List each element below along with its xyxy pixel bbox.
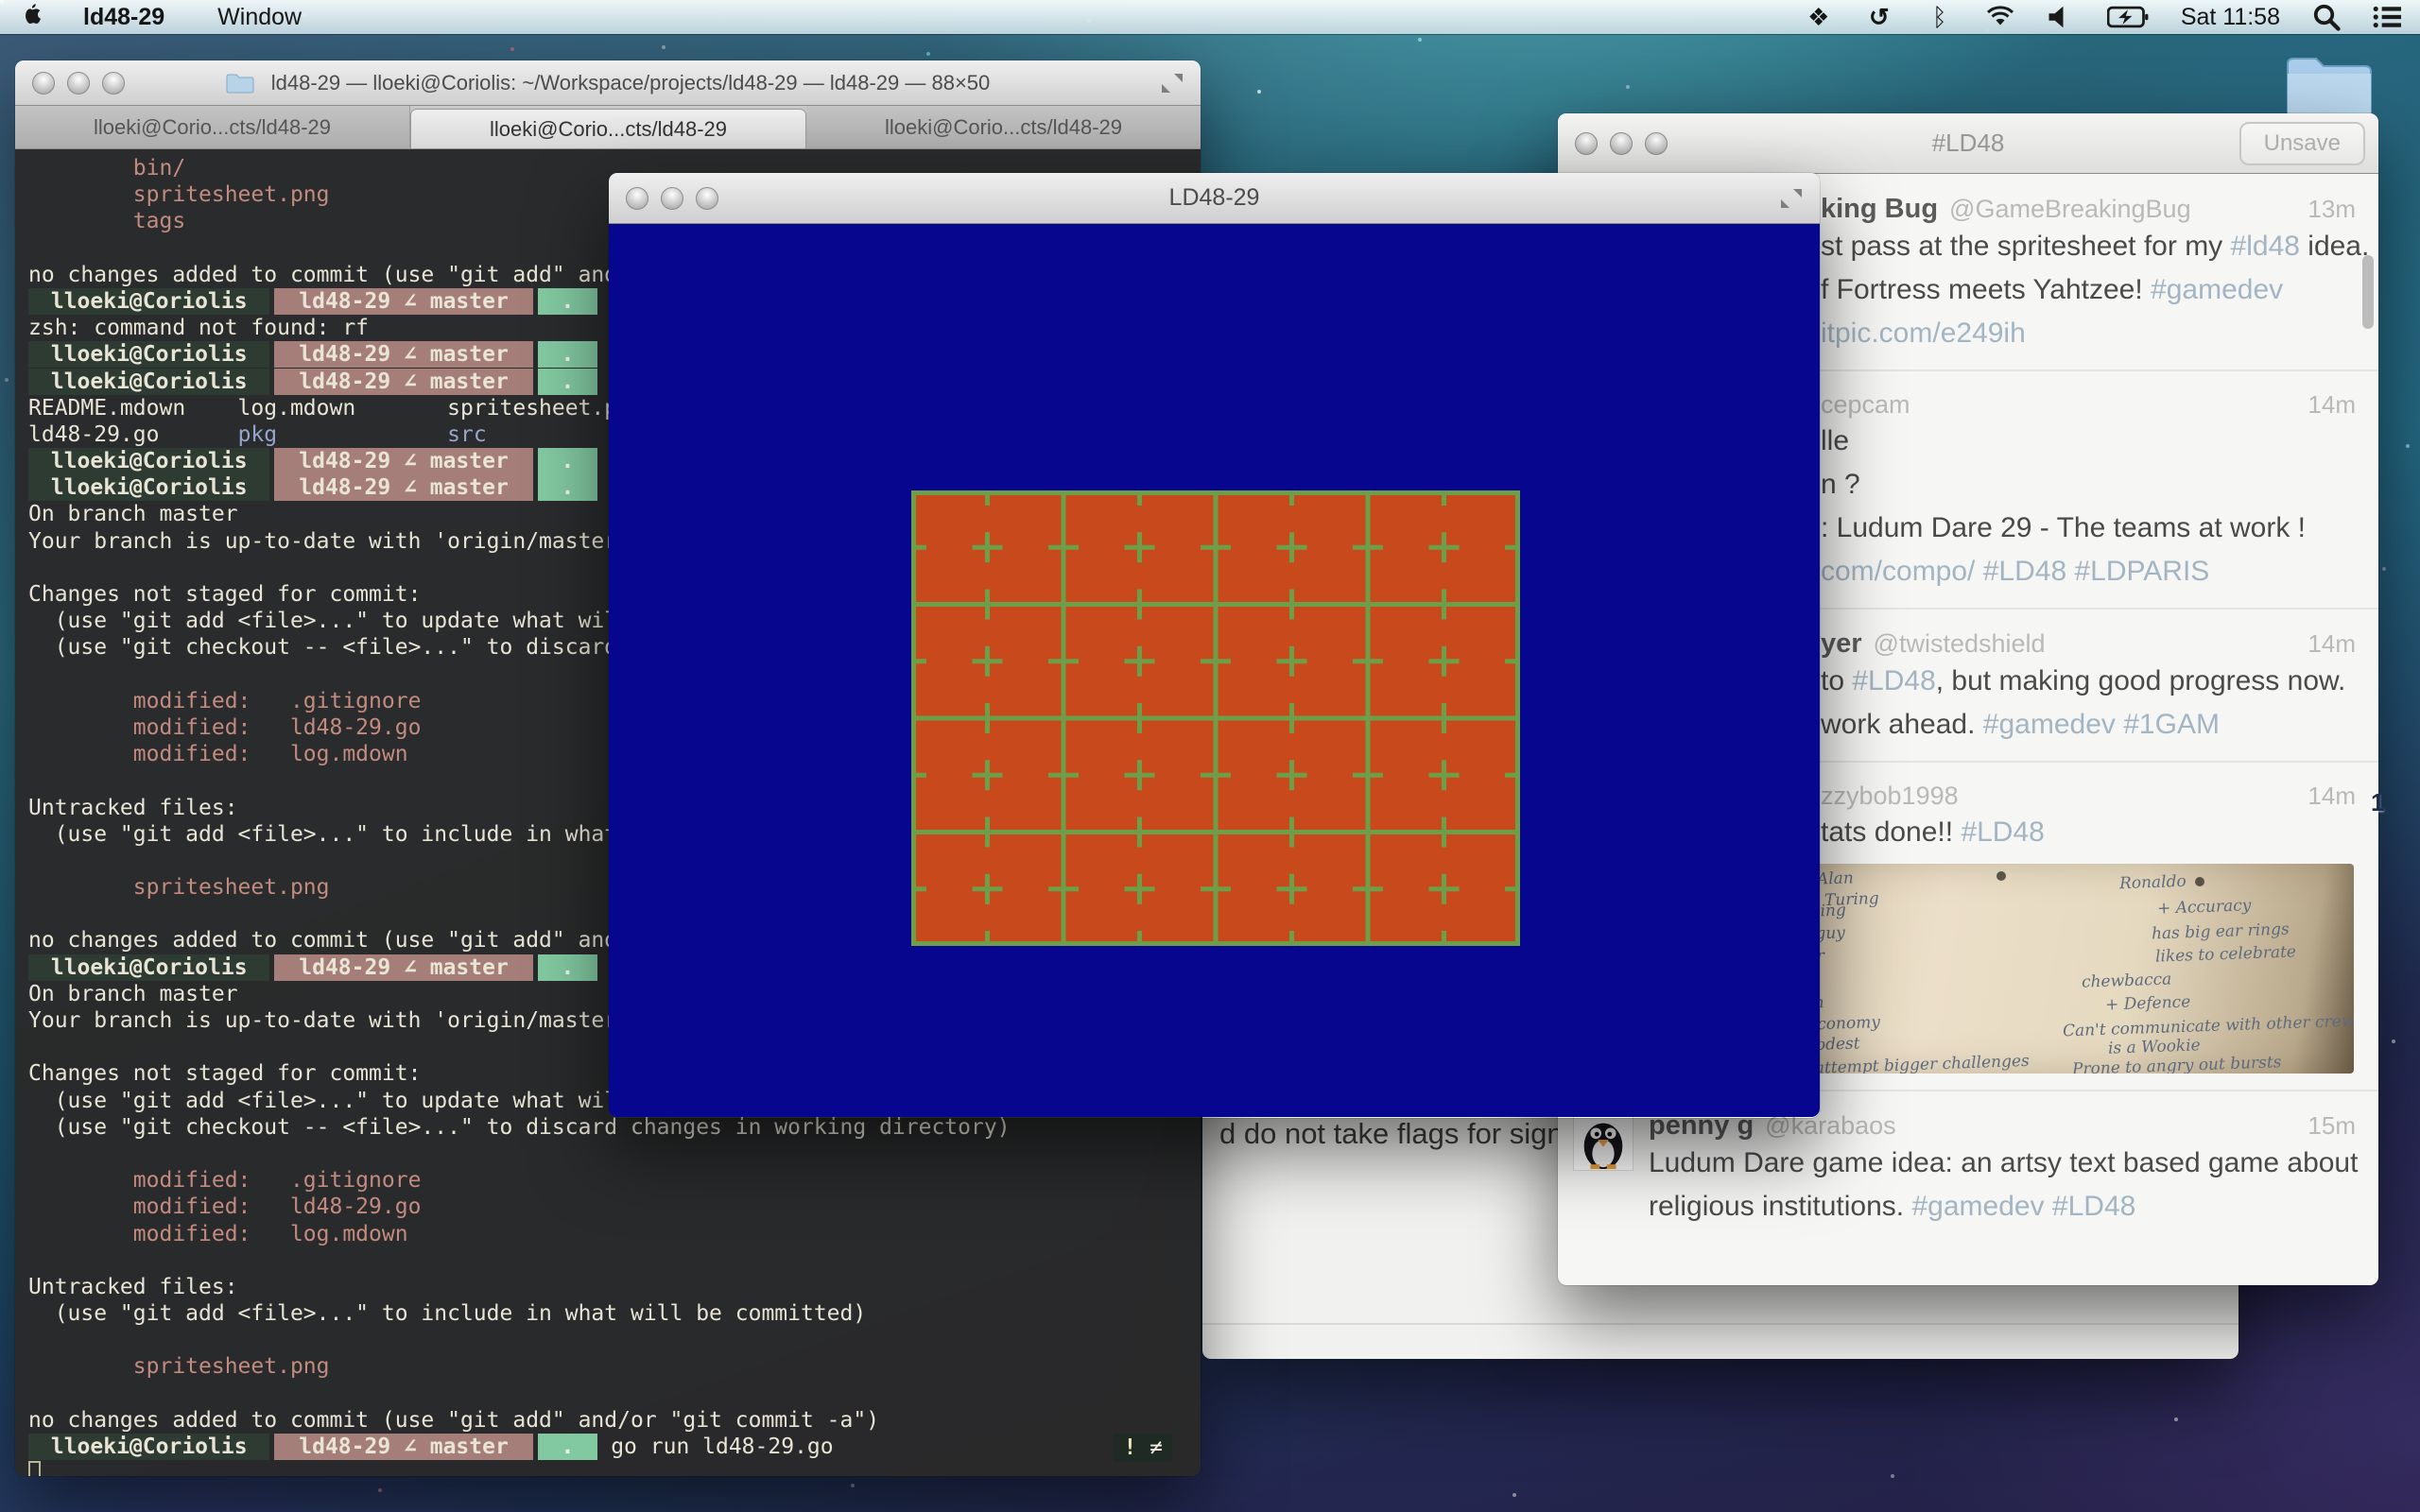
tweet-author[interactable]: king Bug xyxy=(1821,194,1938,225)
close-button[interactable] xyxy=(626,187,648,210)
bluetooth-icon[interactable]: ᛒ xyxy=(1926,3,1954,31)
tweet-link[interactable]: #LD48 xyxy=(1983,556,2066,587)
tweet-link[interactable]: #LD48 xyxy=(2052,1191,2135,1222)
photo-handwriting: Alan xyxy=(1817,868,1854,888)
zoom-button[interactable] xyxy=(102,72,125,94)
tweet-timestamp: 13m xyxy=(2308,195,2363,224)
photo-handwriting: is a Wookie xyxy=(2108,1036,2201,1057)
terminal-line: modified: log.mdown xyxy=(28,1221,1201,1247)
tweet-timestamp: 14m xyxy=(2308,390,2363,420)
close-button[interactable] xyxy=(1575,132,1598,155)
apple-menu-icon[interactable] xyxy=(19,3,43,31)
fullscreen-icon[interactable] xyxy=(1159,70,1185,96)
tweet-timestamp: 15m xyxy=(2308,1111,2363,1141)
dropbox-icon[interactable]: ❖ xyxy=(1805,3,1833,31)
terminal-title: ld48-29 — lloeki@Coriolis: ~/Workspace/p… xyxy=(271,71,991,95)
tweet-link[interactable]: #gamedev xyxy=(1983,709,2116,740)
tweet-handle[interactable]: @GameBreakingBug xyxy=(1949,195,2191,224)
tweet-link[interactable]: #LDPARIS xyxy=(2074,556,2209,587)
battery-icon[interactable] xyxy=(2107,3,2149,31)
game-window: LD48-29 xyxy=(609,173,1820,1118)
terminal-tabbar: lloeki@Corio...cts/ld48-29lloeki@Corio..… xyxy=(15,106,1201,149)
terminal-line xyxy=(28,1460,1201,1476)
sprite-grid xyxy=(911,490,1520,946)
terminal-line xyxy=(28,1381,1201,1407)
twitter-window-title: #LD48 xyxy=(1932,129,2005,158)
tweet-link[interactable]: #1GAM xyxy=(2123,709,2220,740)
terminal-line: lloeki@Coriolis ld48-29 ∠ master . go ru… xyxy=(28,1434,1201,1460)
twitter-window-controls xyxy=(1575,132,1668,155)
terminal-line: (use "git add <file>..." to include in w… xyxy=(28,1300,1201,1327)
game-canvas[interactable] xyxy=(609,224,1820,1117)
time-machine-icon[interactable]: ↺ xyxy=(1865,3,1893,31)
background-window-text: d do not take flags for signe xyxy=(1219,1117,1580,1151)
close-button[interactable] xyxy=(32,72,55,94)
window-menu[interactable]: Window xyxy=(217,4,302,31)
tweet-link[interactable]: #gamedev xyxy=(2151,274,2283,305)
minimize-button[interactable] xyxy=(1610,132,1633,155)
menu-bar-clock[interactable]: Sat 11:58 xyxy=(2181,4,2280,31)
tweet-timestamp: 14m xyxy=(2308,782,2363,811)
photo-handwriting: likes to celebrate xyxy=(2155,942,2297,966)
photo-handwriting: has big ear rings xyxy=(2152,919,2290,943)
tweet-timestamp: 14m xyxy=(2308,629,2363,659)
background-window-divider xyxy=(1202,1323,2238,1325)
tweet-link[interactable]: itpic.com/e249ih xyxy=(1821,318,2026,349)
minimize-button[interactable] xyxy=(661,187,683,210)
spotlight-icon[interactable] xyxy=(2312,3,2341,31)
terminal-line: modified: .gitignore xyxy=(28,1167,1201,1194)
unread-count-badge: 1 xyxy=(2371,788,2384,817)
game-window-controls xyxy=(626,187,718,210)
tweet-link[interactable]: #ld48 xyxy=(2231,231,2300,262)
terminal-window-controls xyxy=(32,72,125,94)
photo-handwriting: + Accuracy xyxy=(2157,896,2252,918)
terminal-line xyxy=(28,1327,1201,1353)
wifi-icon[interactable] xyxy=(1986,3,2014,31)
tweet-link[interactable]: #gamedev xyxy=(1911,1191,2044,1222)
tweet-link[interactable]: com/compo/ xyxy=(1821,556,1975,587)
photo-handwriting: Prone to angry out bursts xyxy=(2072,1053,2282,1074)
twitter-titlebar[interactable]: #LD48 Unsave xyxy=(1558,113,2378,174)
photo-handwriting: chewbacca xyxy=(2082,970,2172,991)
menu-bar-status-area: ❖ ↺ ᛒ Sat 11:58 xyxy=(1805,3,2401,31)
terminal-line xyxy=(28,1141,1201,1167)
desktop-folder-icon[interactable] xyxy=(2284,51,2375,123)
tweet-handle[interactable]: zzybob1998 xyxy=(1821,782,1959,811)
zoom-button[interactable] xyxy=(1645,132,1668,155)
tweet-handle[interactable]: @twistedshield xyxy=(1874,629,2046,659)
terminal-line xyxy=(28,1247,1201,1274)
terminal-line: spritesheet.png xyxy=(28,1353,1201,1380)
active-app-menu[interactable]: ld48-29 xyxy=(83,4,164,31)
terminal-tab[interactable]: lloeki@Corio...cts/ld48-29 xyxy=(806,106,1201,148)
tweet-text-line: Ludum Dare game idea: an artsy text base… xyxy=(1649,1142,2363,1185)
zoom-button[interactable] xyxy=(696,187,718,210)
prompt-status-badge: ! ≠ xyxy=(1114,1434,1172,1462)
tweet-link[interactable]: #LD48 xyxy=(1852,665,1935,696)
terminal-line: Untracked files: xyxy=(28,1274,1201,1300)
notification-center-icon[interactable] xyxy=(2373,3,2401,31)
proxy-folder-icon xyxy=(226,72,254,94)
photo-handwriting: Can't communicate with other crew xyxy=(2063,1012,2354,1041)
game-titlebar[interactable]: LD48-29 xyxy=(609,173,1820,224)
unsave-button[interactable]: Unsave xyxy=(2239,122,2365,165)
fullscreen-icon[interactable] xyxy=(1778,185,1805,212)
photo-handwriting: + Defence xyxy=(2105,992,2191,1014)
menu-bar: ld48-29 Window ❖ ↺ ᛒ Sat 11:58 xyxy=(0,0,2420,34)
terminal-tab[interactable]: lloeki@Corio...cts/ld48-29 xyxy=(410,109,806,148)
terminal-line: modified: ld48-29.go xyxy=(28,1194,1201,1220)
photo-handwriting: Ronaldo xyxy=(2119,872,2187,893)
terminal-line: no changes added to commit (use "git add… xyxy=(28,1407,1201,1434)
tweet-handle[interactable]: cepcam xyxy=(1821,390,1910,420)
tweet-link[interactable]: #LD48 xyxy=(1961,816,2044,848)
tweet-text-line: religious institutions. #gamedev #LD48 xyxy=(1649,1185,2363,1228)
minimize-button[interactable] xyxy=(67,72,90,94)
terminal-titlebar[interactable]: ld48-29 — lloeki@Coriolis: ~/Workspace/p… xyxy=(15,60,1201,106)
tweet-author[interactable]: yer xyxy=(1821,628,1862,660)
terminal-tab[interactable]: lloeki@Corio...cts/ld48-29 xyxy=(15,106,410,148)
volume-icon[interactable] xyxy=(2047,3,2075,31)
terminal-cursor xyxy=(28,1461,41,1476)
twitter-scrollbar[interactable] xyxy=(2362,255,2374,329)
game-window-title: LD48-29 xyxy=(1169,184,1260,212)
avatar[interactable] xyxy=(1573,1110,1634,1171)
